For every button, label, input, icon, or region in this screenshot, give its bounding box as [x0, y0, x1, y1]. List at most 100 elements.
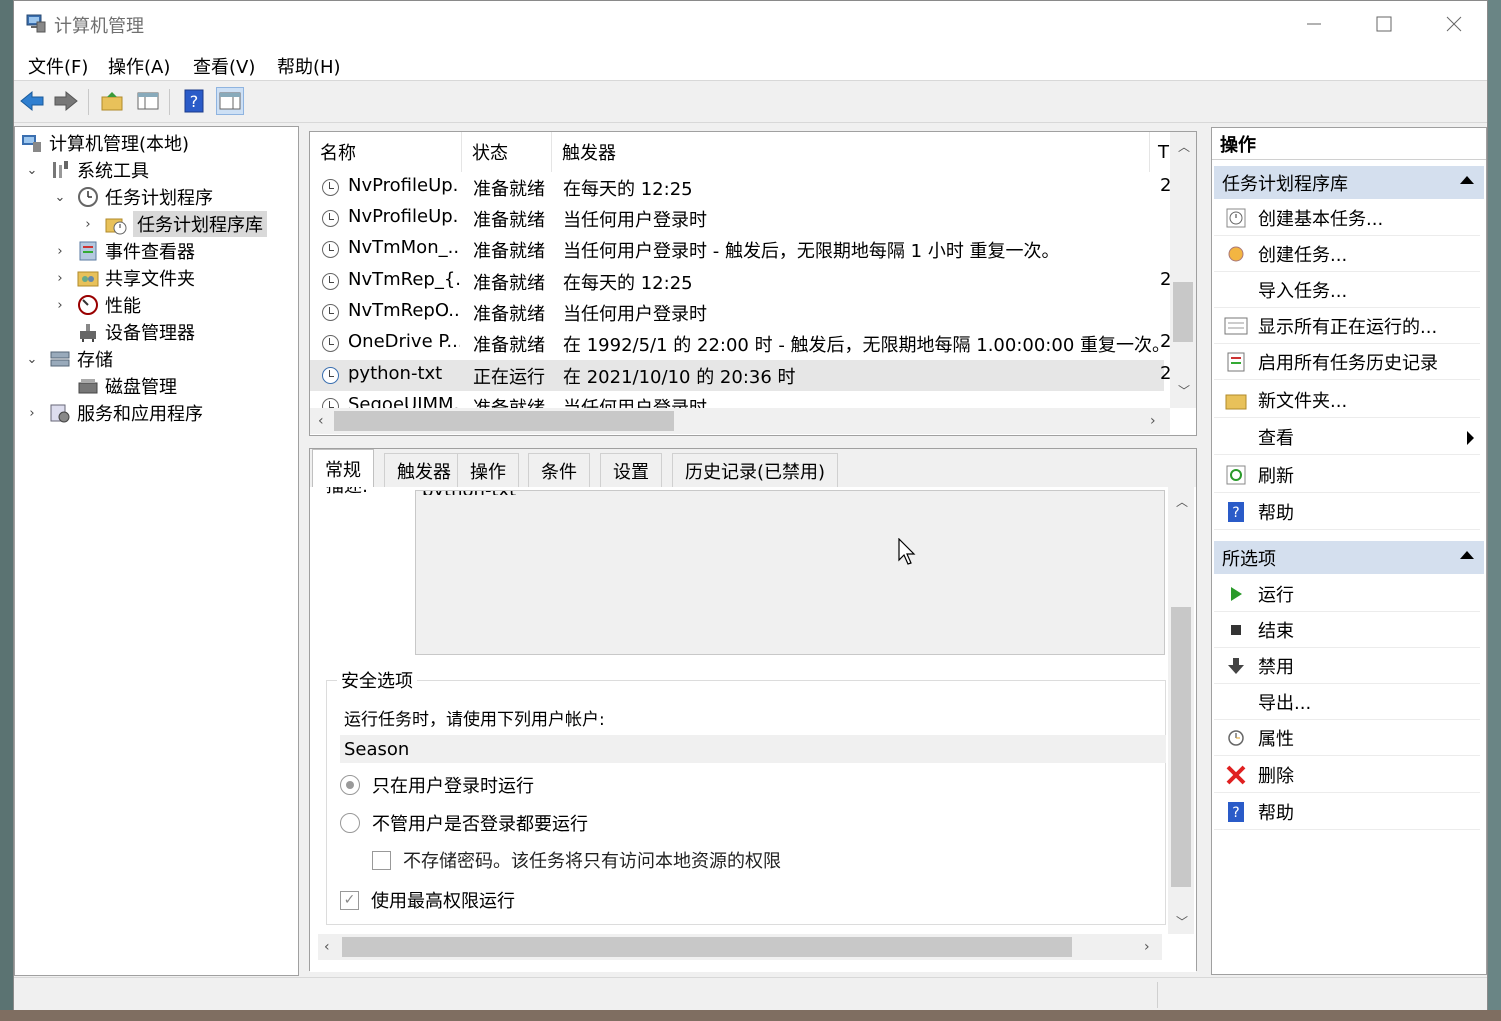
- scroll-right-arrow-icon[interactable]: ›: [1150, 413, 1156, 429]
- scrollbar-thumb[interactable]: [334, 411, 674, 431]
- tree-item-performance[interactable]: › 性能: [53, 292, 141, 318]
- task-row[interactable]: NvProfileUp... 准备就绪 当任何用户登录时: [310, 203, 1164, 234]
- menu-view[interactable]: 查看(V): [193, 53, 255, 79]
- expand-chevron-icon[interactable]: ⌄: [25, 163, 39, 178]
- tab-general[interactable]: 常规: [312, 449, 374, 487]
- forward-button[interactable]: [52, 87, 80, 115]
- checkbox[interactable]: [372, 850, 391, 870]
- column-header-trigger[interactable]: 触发器: [552, 132, 1150, 172]
- radio-button[interactable]: [340, 813, 360, 833]
- tab-history[interactable]: 历史记录(已禁用): [672, 453, 839, 487]
- scroll-up-arrow-icon[interactable]: ︿: [1176, 493, 1188, 510]
- maximize-button[interactable]: [1349, 1, 1419, 47]
- action-create-basic-task[interactable]: 创建基本任务...: [1214, 200, 1480, 236]
- menu-file[interactable]: 文件(F): [28, 53, 88, 79]
- action-display-running-tasks[interactable]: 显示所有正在运行的...: [1214, 308, 1480, 344]
- scroll-left-arrow-icon[interactable]: ‹: [318, 413, 324, 429]
- action-export[interactable]: 导出...: [1214, 684, 1480, 720]
- tree-item-storage[interactable]: ⌄ 存储: [25, 346, 113, 372]
- actions-section-selected-item[interactable]: 所选项: [1214, 541, 1484, 574]
- up-folder-button[interactable]: [98, 87, 126, 115]
- option-highest-privileges[interactable]: ✓ 使用最高权限运行: [340, 887, 515, 913]
- title-bar[interactable]: 计算机管理: [14, 1, 1487, 47]
- action-view[interactable]: 查看: [1214, 419, 1480, 455]
- show-hide-tree-button[interactable]: [134, 87, 162, 115]
- scrollbar-thumb[interactable]: [1173, 282, 1193, 342]
- task-row[interactable]: OneDrive P... 准备就绪 在 1992/5/1 的 22:00 时 …: [310, 328, 1170, 359]
- expand-chevron-icon[interactable]: ›: [25, 406, 39, 421]
- task-row[interactable]: SegoeUIMM... 准备就绪 当任何用户登录时: [310, 391, 1164, 408]
- expand-chevron-icon[interactable]: ›: [81, 217, 95, 232]
- action-help[interactable]: ? 帮助: [1214, 494, 1480, 530]
- tab-triggers[interactable]: 触发器: [384, 453, 464, 487]
- menu-help[interactable]: 帮助(H): [277, 53, 341, 79]
- show-action-pane-button[interactable]: [216, 87, 244, 115]
- task-row[interactable]: NvTmRep_{... 准备就绪 在每天的 12:25 2: [310, 266, 1170, 297]
- tree-item-task-scheduler-library[interactable]: › 任务计划程序库: [81, 211, 267, 237]
- collapse-triangle-icon[interactable]: [1460, 176, 1474, 184]
- right-splitter[interactable]: [1197, 126, 1209, 976]
- action-import-task[interactable]: 导入任务...: [1214, 272, 1480, 308]
- task-trigger: 当任何用户登录时: [563, 304, 707, 325]
- action-create-task[interactable]: 创建任务...: [1214, 236, 1480, 272]
- center-splitter[interactable]: [309, 436, 1197, 446]
- expand-chevron-icon[interactable]: ⌄: [25, 352, 39, 367]
- tree-item-device-manager[interactable]: 设备管理器: [53, 319, 195, 345]
- tree-item-computer-management[interactable]: 计算机管理(本地): [21, 130, 189, 156]
- left-splitter[interactable]: [301, 126, 309, 976]
- task-list-horizontal-scrollbar[interactable]: ‹ ›: [310, 408, 1170, 434]
- expand-chevron-icon[interactable]: ›: [53, 298, 67, 313]
- scroll-down-arrow-icon[interactable]: ﹀: [1176, 913, 1188, 930]
- detail-vertical-scrollbar[interactable]: ︿ ﹀: [1168, 487, 1194, 934]
- help-button[interactable]: ?: [180, 87, 208, 115]
- task-row-selected[interactable]: python-txt 正在运行 在 2021/10/10 的 20:36 时 2: [310, 360, 1170, 391]
- scroll-up-arrow-icon[interactable]: ︿: [1178, 138, 1190, 155]
- action-refresh[interactable]: 刷新: [1214, 457, 1480, 493]
- column-header-name[interactable]: 名称: [310, 132, 462, 172]
- scrollbar-thumb[interactable]: [1171, 607, 1191, 887]
- task-list-vertical-scrollbar[interactable]: ︿ ﹀: [1170, 132, 1196, 408]
- menu-action[interactable]: 操作(A): [108, 53, 170, 79]
- tree-item-shared-folders[interactable]: › 共享文件夹: [53, 265, 195, 291]
- column-header-t[interactable]: T: [1150, 132, 1170, 172]
- scroll-down-arrow-icon[interactable]: ﹀: [1178, 382, 1190, 399]
- collapse-triangle-icon[interactable]: [1460, 551, 1474, 559]
- action-new-folder[interactable]: 新文件夹...: [1214, 382, 1480, 418]
- scroll-right-arrow-icon[interactable]: ›: [1144, 939, 1150, 955]
- expand-chevron-icon[interactable]: ⌄: [53, 190, 67, 205]
- task-row[interactable]: NvTmRepO... 准备就绪 当任何用户登录时: [310, 297, 1164, 328]
- task-row[interactable]: NvProfileUp... 准备就绪 在每天的 12:25 2: [310, 172, 1170, 203]
- action-run[interactable]: 运行: [1214, 576, 1480, 612]
- option-do-not-store-password[interactable]: 不存储密码。该任务将只有访问本地资源的权限: [372, 847, 781, 873]
- tab-conditions[interactable]: 条件: [528, 453, 590, 487]
- action-properties[interactable]: 属性: [1214, 720, 1480, 756]
- minimize-button[interactable]: [1279, 1, 1349, 47]
- description-field[interactable]: python-txt: [415, 490, 1165, 655]
- actions-section-library[interactable]: 任务计划程序库: [1214, 166, 1484, 199]
- task-row[interactable]: NvTmMon_... 准备就绪 当任何用户登录时 - 触发后，无限期地每隔 1…: [310, 234, 1164, 265]
- expand-chevron-icon[interactable]: ›: [53, 244, 67, 259]
- scroll-left-arrow-icon[interactable]: ‹: [324, 939, 330, 955]
- column-header-status[interactable]: 状态: [462, 132, 552, 172]
- option-run-whether-logged-on[interactable]: 不管用户是否登录都要运行: [340, 810, 588, 836]
- detail-horizontal-scrollbar[interactable]: ‹ ›: [318, 934, 1162, 960]
- tab-settings[interactable]: 设置: [600, 453, 662, 487]
- action-end[interactable]: 结束: [1214, 612, 1480, 648]
- action-disable[interactable]: 禁用: [1214, 648, 1480, 684]
- scrollbar-thumb[interactable]: [342, 937, 1072, 957]
- tree-item-task-scheduler[interactable]: ⌄ 任务计划程序: [53, 184, 213, 210]
- action-help-selected[interactable]: ? 帮助: [1214, 794, 1480, 830]
- close-button[interactable]: [1419, 1, 1489, 47]
- action-delete[interactable]: 删除: [1214, 757, 1480, 793]
- expand-chevron-icon[interactable]: ›: [53, 271, 67, 286]
- radio-button-selected[interactable]: [340, 775, 360, 795]
- tree-item-system-tools[interactable]: ⌄ 系统工具: [25, 157, 149, 183]
- checkbox-checked[interactable]: ✓: [340, 890, 359, 910]
- tab-actions[interactable]: 操作: [457, 453, 519, 487]
- tree-item-event-viewer[interactable]: › 事件查看器: [53, 238, 195, 264]
- back-button[interactable]: [18, 87, 46, 115]
- tree-item-services-applications[interactable]: › 服务和应用程序: [25, 400, 203, 426]
- tree-item-disk-management[interactable]: 磁盘管理: [53, 373, 177, 399]
- option-run-logged-on[interactable]: 只在用户登录时运行: [340, 772, 534, 798]
- action-enable-all-history[interactable]: 启用所有任务历史记录: [1214, 344, 1480, 380]
